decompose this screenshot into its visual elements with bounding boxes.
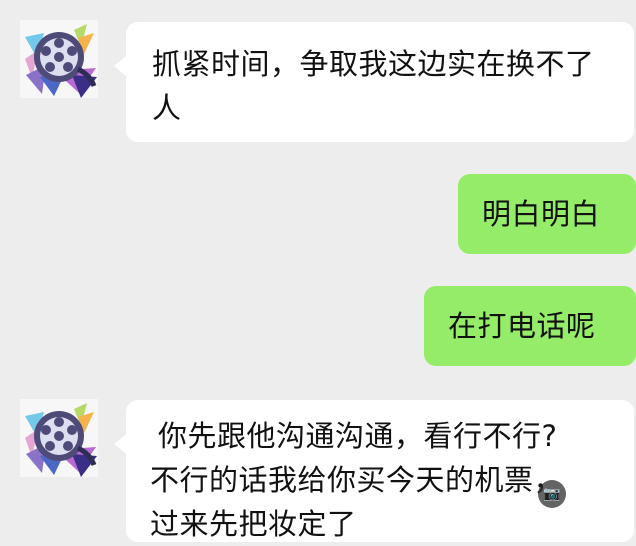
film-reel-avatar-icon <box>20 399 98 477</box>
message-text-line: 你先跟他沟通沟通，看行不行? <box>158 419 558 453</box>
chat-thread: 抓紧时间，争取我这边实在换不了人 明白明白 在打电话呢 你先跟他沟通沟通，看行不… <box>0 0 636 542</box>
message-text-line: 过来先把妆定了 <box>150 507 357 541</box>
message-bubble-contact[interactable]: 抓紧时间，争取我这边实在换不了人 <box>114 22 634 142</box>
contact-avatar[interactable] <box>20 20 98 98</box>
message-bubble-me[interactable]: 明白明白 <box>458 174 636 254</box>
message-text: 抓紧时间，争取我这边实在换不了人 <box>152 47 595 125</box>
message-text: 在打电话呢 <box>448 309 596 343</box>
message-bubble-me[interactable]: 在打电话呢 <box>424 286 636 366</box>
message-bubble-contact[interactable]: 你先跟他沟通沟通，看行不行? 不行的话我给你买今天的机票， 过来先把妆定了 <box>114 400 634 542</box>
camera-icon: 📷 <box>538 480 566 508</box>
message-text: 明白明白 <box>482 197 601 231</box>
film-reel-avatar-icon <box>20 20 98 98</box>
contact-avatar[interactable] <box>20 399 98 477</box>
